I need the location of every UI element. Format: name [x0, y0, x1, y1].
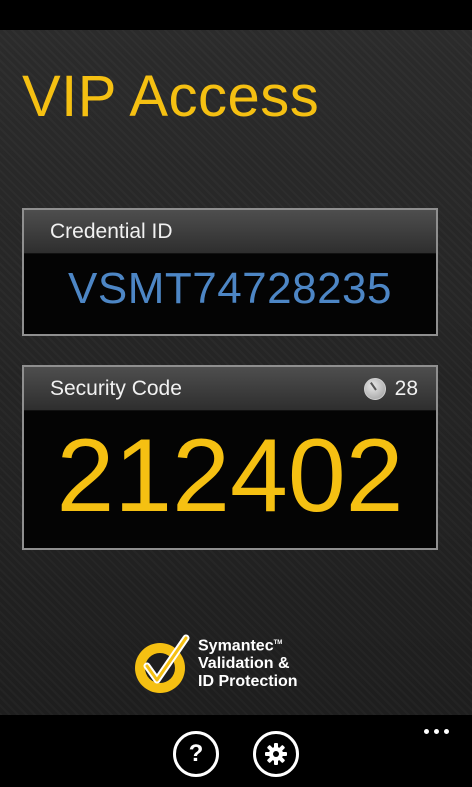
more-options-button[interactable] — [418, 717, 454, 745]
more-icon-dot — [424, 729, 429, 734]
logo-line1: Symantec — [198, 637, 274, 655]
logo-line3: ID Protection — [198, 673, 298, 691]
symantec-logo: SymantecTM Validation & ID Protection — [134, 630, 298, 696]
app-bar: ? — [0, 715, 472, 787]
logo-line2: Validation & — [198, 655, 290, 673]
help-button[interactable]: ? — [173, 731, 219, 777]
credential-header: Credential ID — [24, 210, 436, 254]
security-code-value[interactable]: 212402 — [24, 417, 436, 537]
checkmark-seal-icon — [135, 634, 190, 693]
security-code-header: Security Code 28 — [24, 367, 436, 411]
more-icon-dot — [444, 729, 449, 734]
logo-text: SymantecTM Validation & ID Protection — [198, 634, 298, 691]
main-panel: VIP Access Credential ID VSMT74728235 Se… — [0, 30, 472, 715]
help-icon: ? — [188, 740, 204, 767]
more-icon-dot — [434, 729, 439, 734]
page-title: VIP Access — [22, 64, 320, 129]
security-code-card: Security Code 28 212402 — [22, 365, 438, 550]
credential-label: Credential ID — [50, 219, 173, 243]
timer-icon — [363, 377, 386, 400]
security-code-label: Security Code — [50, 376, 182, 400]
countdown-timer: 28 — [363, 376, 418, 401]
status-bar — [0, 0, 472, 30]
credential-id-value[interactable]: VSMT74728235 — [24, 264, 436, 314]
logo-trademark: TM — [273, 640, 283, 646]
countdown-seconds: 28 — [394, 376, 418, 400]
credential-card: Credential ID VSMT74728235 — [22, 208, 438, 336]
gear-icon — [265, 743, 287, 765]
settings-button[interactable] — [253, 731, 299, 777]
